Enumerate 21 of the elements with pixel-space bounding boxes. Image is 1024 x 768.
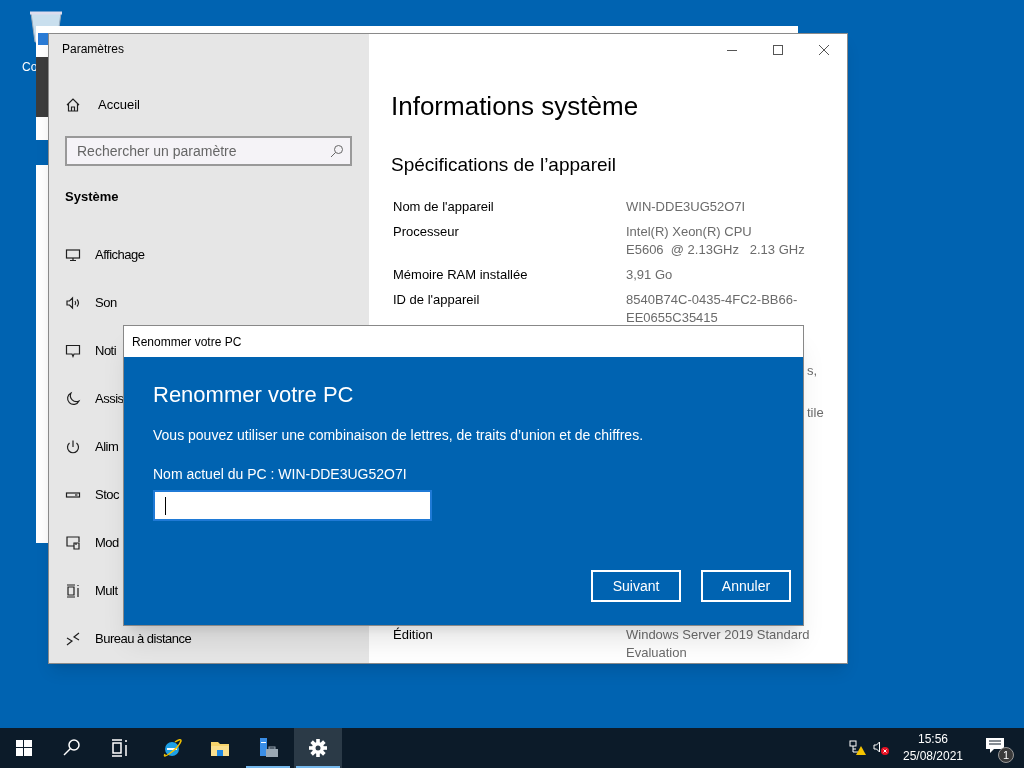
spec-label: Édition [393, 626, 434, 644]
section-title: Spécifications de l’appareil [391, 152, 616, 177]
spec-label: Nom de l'appareil [393, 198, 495, 216]
window-title: Paramètres [62, 41, 125, 59]
spec-value: tile [807, 404, 824, 422]
spec-value: s, [807, 362, 818, 380]
spec-value: 3,91 Go [626, 266, 674, 284]
spec-value: Intel(R) Xeon(R) CPU E5606 @ 2.13GHz 2.13 GHz [626, 223, 806, 259]
dialog-heading: Renommer votre PC [153, 380, 354, 409]
spec-value: Windows Server 2019 Standard Evaluation [626, 626, 810, 662]
spec-label: Mémoire RAM installée [393, 266, 529, 284]
dialog-title: Renommer votre PC [132, 333, 242, 351]
notification-count: 1 [998, 747, 1014, 763]
dialog-description: Vous pouvez utiliser une combinaison de lettres, de traits d’union et de chiffres. [153, 425, 644, 445]
current-name-label: Nom actuel du PC : WIN-DDE3UG52O7I [153, 464, 407, 484]
spec-value: 8540B74C-0435-4FC2-BB66- EE0655C35415 [626, 291, 799, 327]
spec-label: ID de l'appareil [393, 291, 481, 309]
page-title: Informations système [391, 89, 639, 123]
spec-label: Processeur [393, 223, 460, 241]
section-heading: Système [65, 187, 119, 206]
spec-value: WIN-DDE3UG52O7I [626, 198, 747, 216]
